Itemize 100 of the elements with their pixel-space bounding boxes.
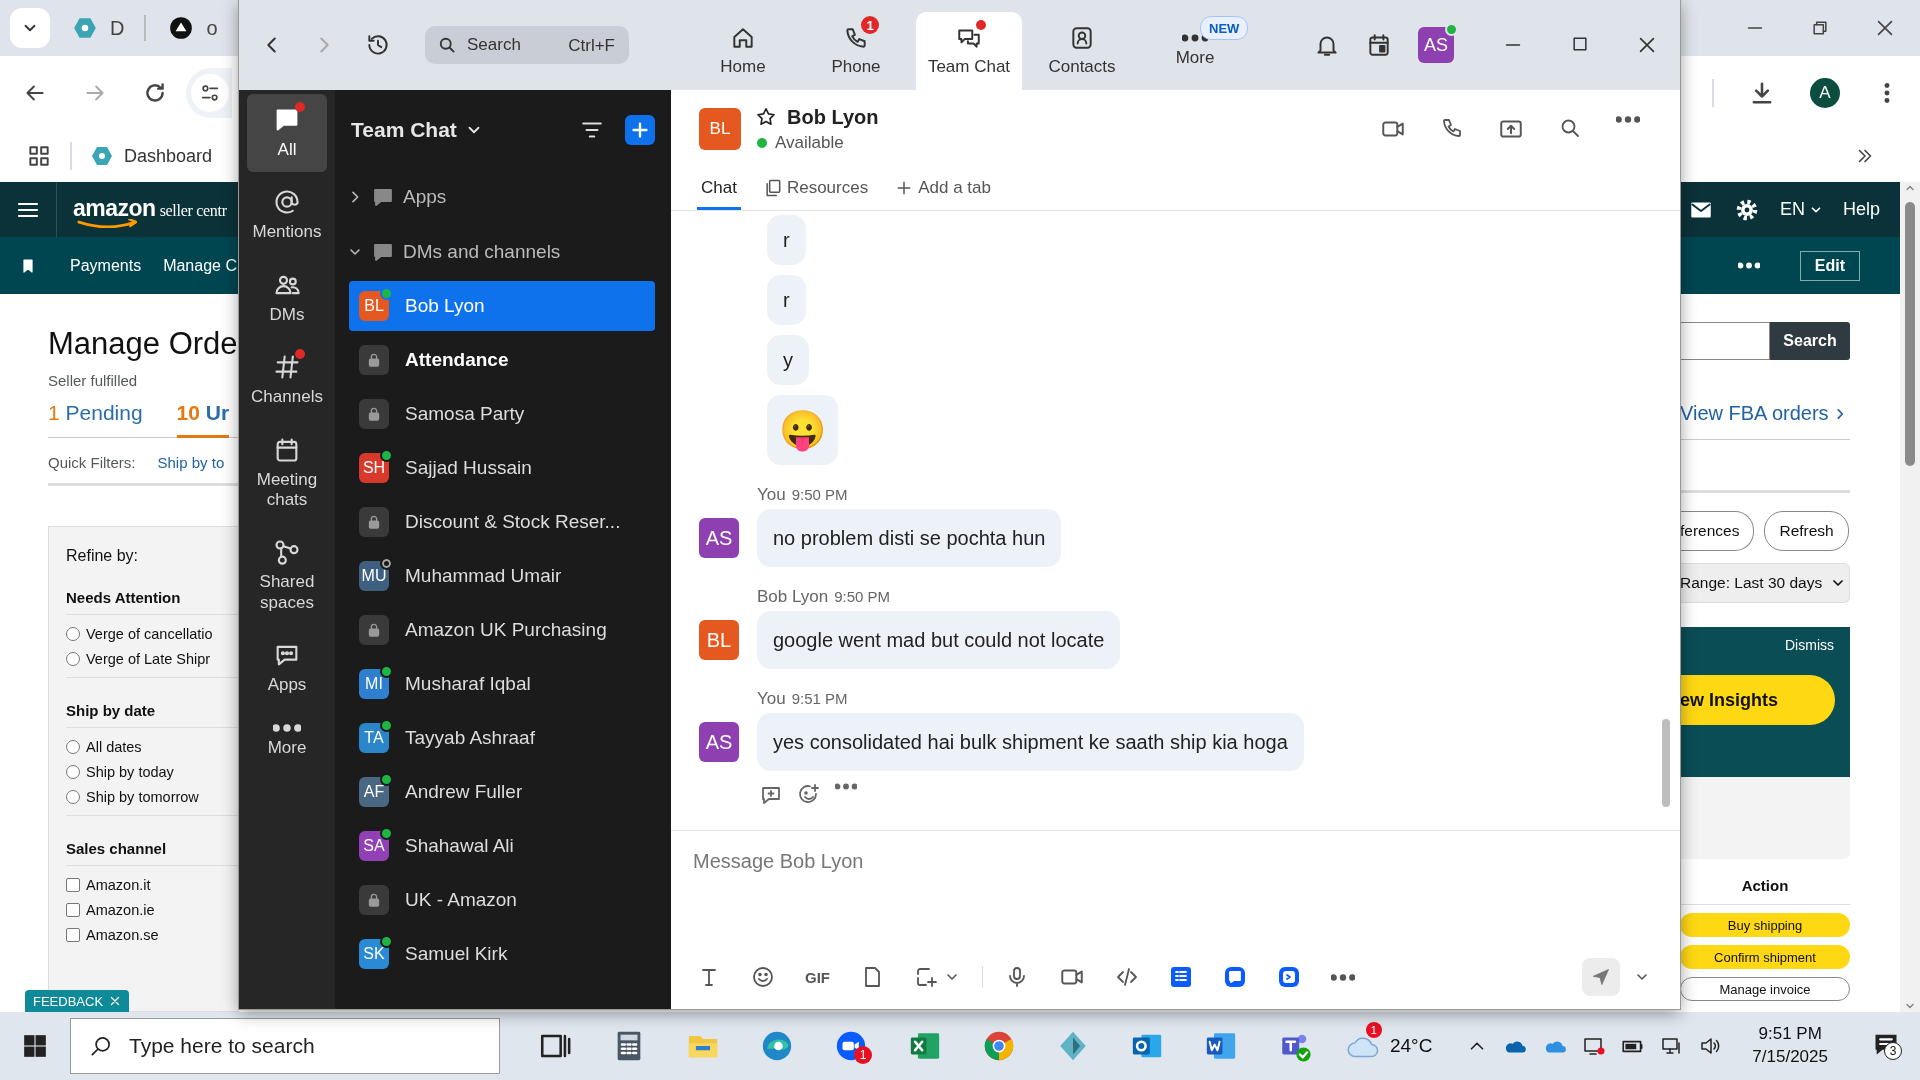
restore-icon[interactable] [1810, 18, 1830, 38]
more-icon[interactable] [835, 783, 857, 790]
chat-app-icon[interactable] [1223, 965, 1247, 989]
emoji-icon[interactable] [751, 965, 775, 989]
checkbox[interactable] [66, 877, 80, 892]
search-field[interactable] [1680, 322, 1770, 360]
nav-link[interactable]: Payments [70, 256, 142, 275]
more-icon[interactable] [1331, 973, 1355, 981]
star-icon[interactable] [755, 106, 777, 128]
filter-label: Quick Filters: [48, 454, 136, 471]
radio-button[interactable] [66, 764, 80, 779]
order-tab[interactable]: 1 Pending [48, 401, 143, 438]
calendar-icon[interactable] [1366, 32, 1392, 58]
profile-avatar[interactable]: A [1810, 78, 1840, 108]
chat-list-item[interactable]: MI Musharaf Iqbal [349, 659, 655, 709]
phone-icon[interactable] [1440, 116, 1464, 140]
nav-tab[interactable]: Home [690, 12, 796, 90]
help-link[interactable]: Help [1842, 199, 1880, 220]
presence-label: Available [775, 132, 844, 153]
more-icon[interactable] [1737, 262, 1760, 269]
chat-list-item[interactable]: AF Andrew Fuller [349, 767, 655, 817]
chat-list-item[interactable]: SH Sajjad Hussain [349, 443, 655, 493]
message-field[interactable]: Message Bob Lyon [691, 845, 1660, 877]
chat-list-item[interactable]: Amazon UK Purchasing [349, 605, 655, 655]
rail-item[interactable]: All [247, 94, 327, 173]
taskbar-search-field[interactable]: Type here to search [70, 1018, 500, 1074]
radio-button[interactable] [66, 651, 80, 666]
nav-tab[interactable]: NEW More [1142, 12, 1248, 90]
radio-button[interactable] [66, 626, 80, 641]
bookmark-icon[interactable] [20, 257, 36, 274]
chat-list-item[interactable]: Samosa Party [349, 389, 655, 439]
rail-item[interactable]: Channels [247, 341, 327, 420]
user-avatar: SA [359, 831, 389, 861]
nav-tab[interactable]: 1 Phone [803, 12, 909, 90]
dismiss-link[interactable]: Dismiss [1785, 637, 1834, 653]
browser-app-icon[interactable] [760, 1029, 794, 1063]
browser-tab[interactable]: D [72, 8, 125, 48]
language-menu[interactable]: EN [1779, 199, 1823, 220]
radio-button[interactable] [66, 789, 80, 804]
action-button[interactable]: Confirm shipment [1680, 945, 1850, 969]
chat-list-item[interactable]: MU Muhammad Umair [349, 551, 655, 601]
scrollbar[interactable] [1662, 719, 1670, 807]
refresh-button[interactable]: Refresh [1764, 511, 1849, 551]
seller-logo[interactable]: amazon seller centr [73, 197, 227, 228]
scrollbar-track[interactable] [1900, 182, 1920, 1012]
address-field[interactable] [186, 68, 232, 118]
rail-item[interactable]: DMs [247, 258, 327, 338]
chat-list-item[interactable]: BL Bob Lyon [349, 281, 655, 331]
scrollbar-thumb[interactable] [1905, 202, 1915, 466]
rail-item[interactable]: Shared spaces [247, 526, 327, 626]
chat-tab[interactable]: Chat [697, 168, 741, 210]
send-button[interactable] [1582, 958, 1620, 996]
feedback-tab[interactable]: FEEDBACK [25, 990, 130, 1012]
browser-tab[interactable]: o [168, 8, 218, 48]
add-tab-link[interactable]: Add a tab [890, 168, 995, 210]
browser-app-icon[interactable] [982, 1029, 1016, 1063]
action-button[interactable]: Buy shipping [1680, 913, 1850, 937]
radio-button[interactable] [66, 739, 80, 754]
code-icon[interactable] [1115, 965, 1139, 989]
history-icon[interactable] [365, 32, 391, 58]
screenshot-icon[interactable] [914, 965, 938, 989]
checkbox[interactable] [66, 927, 80, 942]
start-icon[interactable] [22, 1033, 48, 1059]
nav-tab[interactable]: Team Chat [916, 12, 1022, 90]
rail-item[interactable]: Meeting chats [247, 423, 327, 523]
app-icon[interactable] [1277, 965, 1301, 989]
filter-link[interactable]: Ship by to [157, 454, 225, 471]
section-header[interactable]: Apps [335, 169, 671, 224]
order-tab[interactable]: 10 Ur [176, 401, 230, 438]
nav-link[interactable]: Manage C [163, 256, 237, 275]
maximize-icon[interactable] [1570, 34, 1590, 54]
edit-button[interactable]: Edit [1799, 250, 1860, 281]
nav-tab[interactable]: Contacts [1029, 12, 1135, 90]
sidebar-title[interactable]: Team Chat [351, 117, 483, 142]
section-header[interactable]: DMs and channels [335, 224, 671, 279]
chat-list-item[interactable]: TA Tayyab Ashraaf [349, 713, 655, 763]
chat-list-item[interactable]: Attendance [349, 335, 655, 385]
preferences-button[interactable]: ferences [1680, 511, 1755, 551]
new-chat-button[interactable] [625, 114, 655, 145]
apps-grid-icon[interactable] [26, 143, 52, 169]
action-button[interactable]: Manage invoice [1680, 977, 1850, 1001]
chat-tab[interactable]: Resources [758, 168, 873, 210]
gif-button[interactable]: GIF [805, 968, 830, 986]
insights-button[interactable]: ew Insights [1680, 675, 1835, 725]
fba-orders-link[interactable]: View FBA orders [1680, 402, 1847, 425]
document-app-icon[interactable] [1169, 965, 1193, 989]
temperature-label[interactable]: 24°C [1389, 1035, 1433, 1057]
clock[interactable]: 9:51 PM 7/15/2025 [1752, 1023, 1828, 1069]
rail-item[interactable]: More [247, 711, 327, 770]
chat-list-item[interactable]: Discount & Stock Reser... [349, 497, 655, 547]
bookmark-link[interactable]: Dashboard [90, 144, 213, 168]
chat-list-item[interactable]: UK - Amazon [349, 875, 655, 925]
date-range-dropdown[interactable]: Range: Last 30 days [1680, 563, 1850, 603]
chat-list-item[interactable]: SA Shahawal Ali [349, 821, 655, 871]
checkbox[interactable] [66, 902, 80, 917]
chat-list-item[interactable]: SK Samuel Kirk [349, 929, 655, 979]
more-icon[interactable] [1616, 116, 1640, 123]
rail-item[interactable]: Apps [247, 629, 327, 708]
search-button[interactable]: Search [1770, 322, 1850, 360]
rail-item[interactable]: Mentions [247, 176, 327, 255]
